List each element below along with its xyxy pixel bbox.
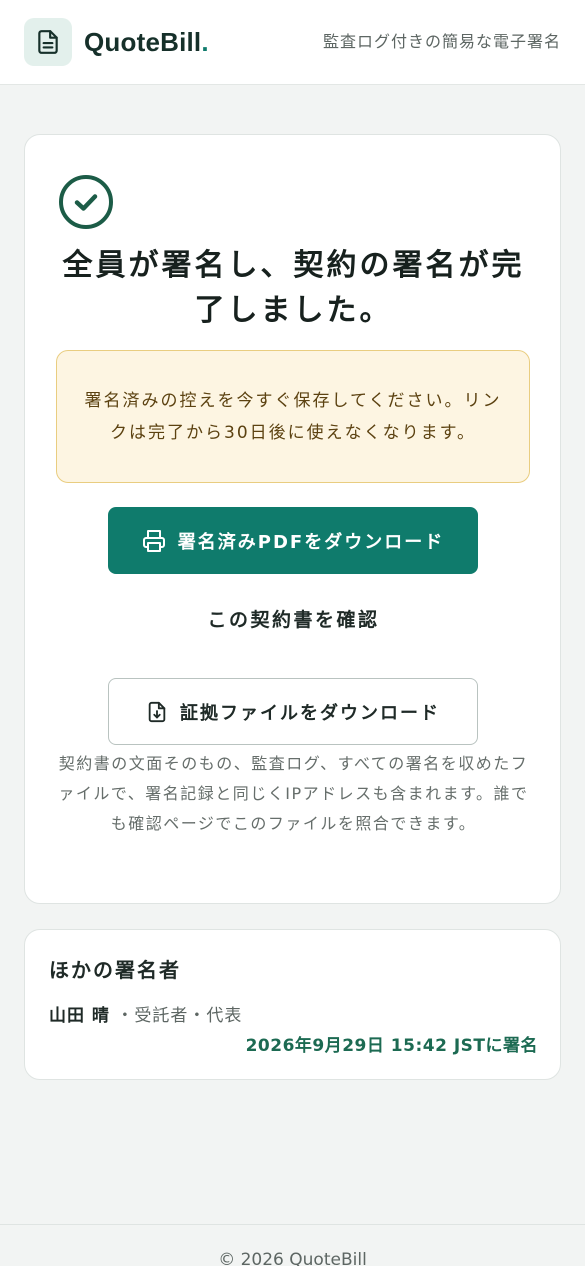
file-download-icon bbox=[148, 701, 166, 722]
printer-icon bbox=[142, 529, 165, 552]
brand-logo[interactable]: QuoteBill. bbox=[84, 27, 209, 57]
completion-card: 全員が署名し、契約の署名が完了しました。 署名済みの控えを今すぐ保存してください… bbox=[24, 134, 561, 904]
header-tagline: 監査ログ付きの簡易な電子署名 bbox=[322, 32, 561, 51]
verify-contract-link[interactable]: この契約書を確認 bbox=[25, 605, 562, 632]
completion-title: 全員が署名し、契約の署名が完了しました。 bbox=[62, 248, 525, 328]
signed-timestamp: 2026年9月29日 15:42 JSTに署名 bbox=[246, 1031, 538, 1056]
document-icon[interactable] bbox=[24, 18, 72, 66]
save-notice-text: 署名済みの控えを今すぐ保存してください。リンクは完了から30日後に使えなくなりま… bbox=[84, 390, 502, 443]
signer-row: 山田 晴 ・受託者・代表 bbox=[49, 1001, 242, 1026]
signer-role: ・受託者・代表 bbox=[116, 1006, 243, 1026]
brand-name: QuoteBill bbox=[84, 27, 202, 57]
other-signers-heading: ほかの署名者 bbox=[49, 958, 181, 982]
signed-suffix: に署名 bbox=[485, 1036, 538, 1056]
other-signers-card: ほかの署名者 山田 晴 ・受託者・代表 2026年9月29日 15:42 JST… bbox=[24, 929, 561, 1080]
download-evidence-button[interactable]: 証拠ファイルをダウンロード bbox=[108, 678, 478, 745]
download-signed-pdf-label: 署名済みPDFをダウンロード bbox=[177, 531, 445, 553]
app-header: QuoteBill. 監査ログ付きの簡易な電子署名 bbox=[0, 0, 585, 85]
signer-name: 山田 晴 bbox=[49, 1006, 110, 1026]
save-notice: 署名済みの控えを今すぐ保存してください。リンクは完了から30日後に使えなくなりま… bbox=[56, 350, 530, 483]
copyright-text: © 2026 QuoteBill bbox=[218, 1250, 367, 1266]
brand-dot: . bbox=[201, 27, 209, 57]
download-evidence-label: 証拠ファイルをダウンロード bbox=[180, 702, 440, 724]
download-signed-pdf-button[interactable]: 署名済みPDFをダウンロード bbox=[108, 507, 478, 574]
signed-date: 2026年9月29日 15:42 JST bbox=[245, 1036, 486, 1056]
evidence-description: 契約書の文面そのもの、監査ログ、すべての署名を収めたファイルで、署名記録と同じく… bbox=[58, 754, 529, 833]
check-circle-icon bbox=[59, 175, 113, 229]
page-footer: © 2026 QuoteBill bbox=[0, 1224, 585, 1266]
